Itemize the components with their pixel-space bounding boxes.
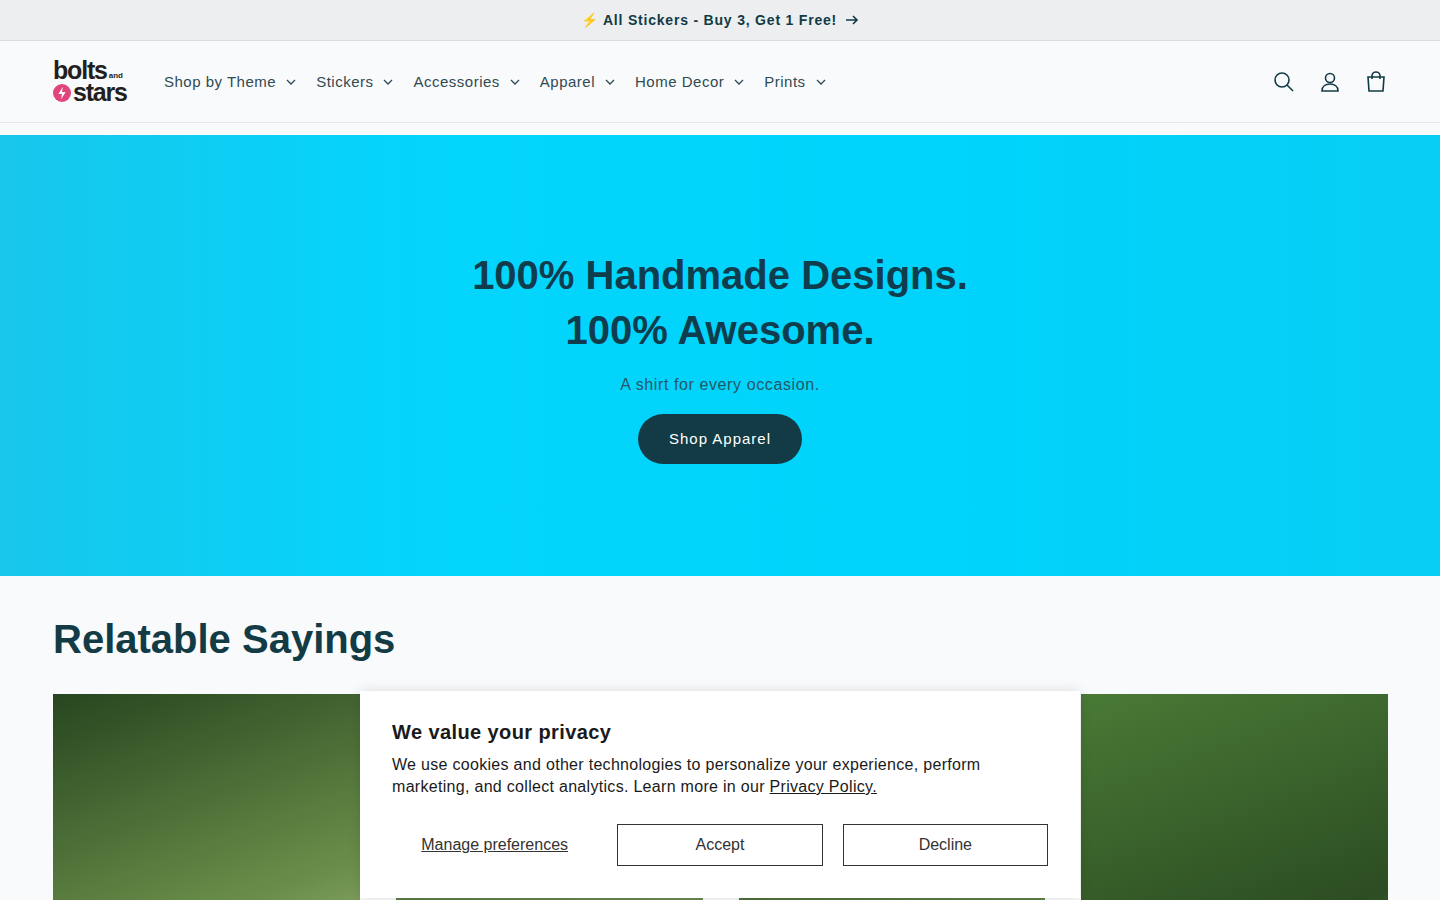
bolt-icon (53, 84, 71, 102)
chevron-down-icon (510, 79, 520, 85)
chevron-down-icon (816, 79, 826, 85)
hero-banner: 100% Handmade Designs.100% Awesome. A shi… (0, 135, 1440, 576)
nav-item[interactable]: Accessories (403, 65, 529, 98)
product-card[interactable] (1081, 694, 1388, 900)
chevron-down-icon (286, 79, 296, 85)
logo-small: and (109, 73, 123, 82)
cookie-button[interactable]: Manage preferences (392, 824, 597, 866)
logo-top: bolts (53, 60, 107, 81)
announcement-text[interactable]: ⚡ All Stickers - Buy 3, Get 1 Free! (581, 12, 837, 28)
nav-item[interactable]: Prints (754, 65, 835, 98)
privacy-policy-link[interactable]: Privacy Policy. (770, 778, 877, 795)
logo-bottom: stars (73, 82, 127, 103)
header-tools (1272, 70, 1388, 94)
product-card[interactable] (53, 694, 360, 900)
hero-subtitle: A shirt for every occasion. (620, 376, 819, 394)
logo[interactable]: boltsandstars (53, 60, 125, 103)
nav-item[interactable]: Stickers (306, 65, 403, 98)
shop-apparel-button[interactable]: Shop Apparel (638, 414, 802, 464)
cookie-title: We value your privacy (392, 721, 1048, 744)
cookie-body: We use cookies and other technologies to… (392, 754, 1048, 798)
cookie-button[interactable]: Decline (843, 824, 1048, 866)
section-heading: Relatable Sayings (53, 614, 1388, 664)
hero-title: 100% Handmade Designs.100% Awesome. (472, 248, 968, 358)
cookie-banner: We value your privacy We use cookies and … (360, 691, 1080, 898)
chevron-down-icon (383, 79, 393, 85)
cookie-buttons: Manage preferences Accept Decline (392, 824, 1048, 866)
nav-item[interactable]: Apparel (530, 65, 625, 98)
nav-item[interactable]: Shop by Theme (154, 65, 306, 98)
arrow-right-icon (845, 13, 859, 27)
cart-icon[interactable] (1364, 70, 1388, 94)
main-nav: Shop by ThemeStickersAccessoriesApparelH… (154, 65, 836, 98)
nav-item[interactable]: Home Decor (625, 65, 754, 98)
chevron-down-icon (734, 79, 744, 85)
cookie-button[interactable]: Accept (617, 824, 822, 866)
search-icon[interactable] (1272, 70, 1296, 94)
account-icon[interactable] (1318, 70, 1342, 94)
chevron-down-icon (605, 79, 615, 85)
site-header: boltsandstars Shop by ThemeStickersAccess… (0, 41, 1440, 123)
announcement-bar[interactable]: ⚡ All Stickers - Buy 3, Get 1 Free! (0, 0, 1440, 41)
storefront-page: ⚡ All Stickers - Buy 3, Get 1 Free! bolts… (0, 0, 1440, 900)
